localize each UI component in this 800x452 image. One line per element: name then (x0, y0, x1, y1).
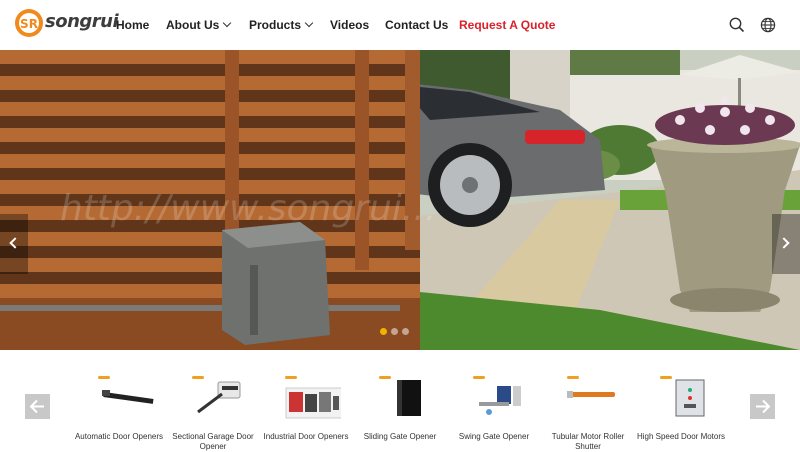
product-card-industrial-door-openers[interactable]: Industrial Door Openers (261, 372, 351, 450)
logo-mark-icon: SR (15, 9, 43, 37)
arrow-left-icon (29, 399, 44, 414)
chevron-left-icon (9, 237, 21, 249)
product-card-high-speed-door-motors[interactable]: High Speed Door Motors (636, 372, 726, 450)
nav-about-us[interactable]: About Us (166, 0, 249, 50)
product-label: Tubular Motor Roller Shutter (551, 432, 625, 451)
product-thumbnail (567, 376, 615, 398)
hero-banner[interactable]: http://www.songrui... (0, 50, 800, 350)
nav-videos[interactable]: Videos (330, 0, 385, 50)
slider-next-button[interactable] (772, 214, 800, 274)
nav-home[interactable]: Home (116, 0, 166, 50)
nav-home-label: Home (116, 18, 150, 32)
brand-logo[interactable]: SR songrui (14, 7, 119, 41)
product-card-tubular-motor-roller-shutter[interactable]: Tubular Motor Roller Shutter (543, 372, 633, 451)
product-label: Swing Gate Opener (458, 432, 530, 441)
globe-icon[interactable] (760, 17, 776, 33)
hero-image: http://www.songrui... (0, 50, 800, 350)
product-label: Industrial Door Openers (263, 432, 349, 441)
product-thumbnail (192, 376, 241, 414)
slider-dot[interactable] (391, 328, 398, 335)
product-thumbnail (285, 376, 341, 419)
nav-request-quote[interactable]: Request A Quote (459, 0, 555, 50)
site-header: SR songrui Home About Us Products Videos… (0, 0, 800, 50)
product-label: Sliding Gate Opener (363, 432, 437, 441)
watermark-text: http://www.songrui... (60, 188, 436, 229)
carousel-next-button[interactable] (750, 394, 775, 419)
slider-dot[interactable] (402, 328, 409, 335)
main-nav: Home About Us Products Videos Contact Us… (116, 0, 555, 50)
product-thumbnail (660, 376, 705, 417)
slider-dot[interactable] (380, 328, 387, 335)
product-carousel: Automatic Door Openers Sectional Garage … (0, 350, 800, 451)
product-thumbnail (473, 376, 521, 415)
svg-text:SR: SR (20, 17, 38, 31)
nav-products-label: Products (249, 18, 302, 32)
logo-wordmark: songrui (45, 11, 119, 32)
slider-prev-button[interactable] (0, 214, 28, 274)
nav-contact-us[interactable]: Contact Us (385, 0, 459, 50)
nav-request-quote-label: Request A Quote (459, 18, 556, 32)
slider-dots (380, 328, 409, 335)
chevron-right-icon (778, 237, 790, 249)
search-icon[interactable] (729, 17, 745, 33)
product-thumbnail (98, 376, 154, 404)
nav-about-us-label: About Us (166, 18, 220, 32)
product-label: Sectional Garage Door Opener (172, 432, 254, 451)
carousel-prev-button[interactable] (25, 394, 50, 419)
product-label: High Speed Door Motors (636, 432, 726, 441)
product-thumbnail (379, 376, 421, 416)
product-card-sliding-gate-opener[interactable]: Sliding Gate Opener (355, 372, 445, 450)
nav-contact-us-label: Contact Us (385, 18, 449, 32)
nav-products[interactable]: Products (249, 0, 330, 50)
nav-videos-label: Videos (330, 18, 370, 32)
product-card-automatic-door-openers[interactable]: Automatic Door Openers (74, 372, 164, 450)
product-card-swing-gate-opener[interactable]: Swing Gate Opener (449, 372, 539, 450)
product-card-sectional-garage-door-opener[interactable]: Sectional Garage Door Opener (168, 372, 258, 451)
chevron-down-icon (223, 18, 232, 28)
arrow-right-icon (756, 399, 771, 414)
chevron-down-icon (304, 18, 314, 28)
product-label: Automatic Door Openers (74, 432, 164, 441)
